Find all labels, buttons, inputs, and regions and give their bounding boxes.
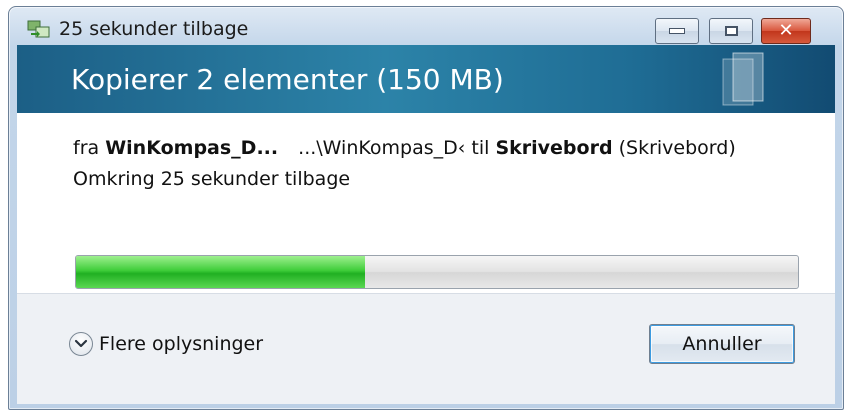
- cancel-button[interactable]: Annuller: [649, 324, 795, 364]
- copy-dialog-window: 25 sekunder tilbage ✕ Kopierer 2 element…: [8, 6, 844, 410]
- to-label: til: [471, 137, 490, 159]
- window-title: 25 sekunder tilbage: [59, 18, 249, 40]
- destination-name[interactable]: Skrivebord: [495, 137, 612, 159]
- more-details-label[interactable]: Flere oplysninger: [99, 333, 263, 355]
- close-icon: ✕: [778, 20, 794, 41]
- maximize-button[interactable]: [709, 18, 753, 44]
- documents-icon: [722, 52, 764, 106]
- dialog-footer: Flere oplysninger Annuller: [17, 293, 835, 404]
- title-bar[interactable]: 25 sekunder tilbage ✕: [9, 7, 843, 45]
- more-details-toggle[interactable]: Flere oplysninger: [69, 332, 263, 356]
- chevron-down-icon[interactable]: [69, 332, 93, 356]
- copy-details-panel: fra WinKompas_D... ...\WinKompas_D‹ til …: [17, 113, 835, 293]
- operation-heading: Kopierer 2 elementer (150 MB): [71, 63, 504, 96]
- source-destination-line: fra WinKompas_D... ...\WinKompas_D‹ til …: [73, 137, 736, 159]
- minimize-icon: [669, 28, 685, 34]
- time-remaining: Omkring 25 sekunder tilbage: [73, 168, 351, 190]
- from-label: fra: [73, 137, 100, 159]
- maximize-icon: [724, 26, 738, 36]
- source-name[interactable]: WinKompas_D...: [105, 137, 278, 159]
- minimize-button[interactable]: [655, 18, 699, 44]
- destination-path: (Skrivebord): [618, 137, 736, 159]
- source-path: ...\WinKompas_D‹: [298, 137, 466, 159]
- copy-progress-bar: [75, 255, 799, 289]
- progress-fill: [76, 256, 365, 288]
- copy-files-icon: [27, 20, 50, 38]
- header-banner: Kopierer 2 elementer (150 MB): [17, 45, 835, 113]
- close-button[interactable]: ✕: [761, 18, 811, 44]
